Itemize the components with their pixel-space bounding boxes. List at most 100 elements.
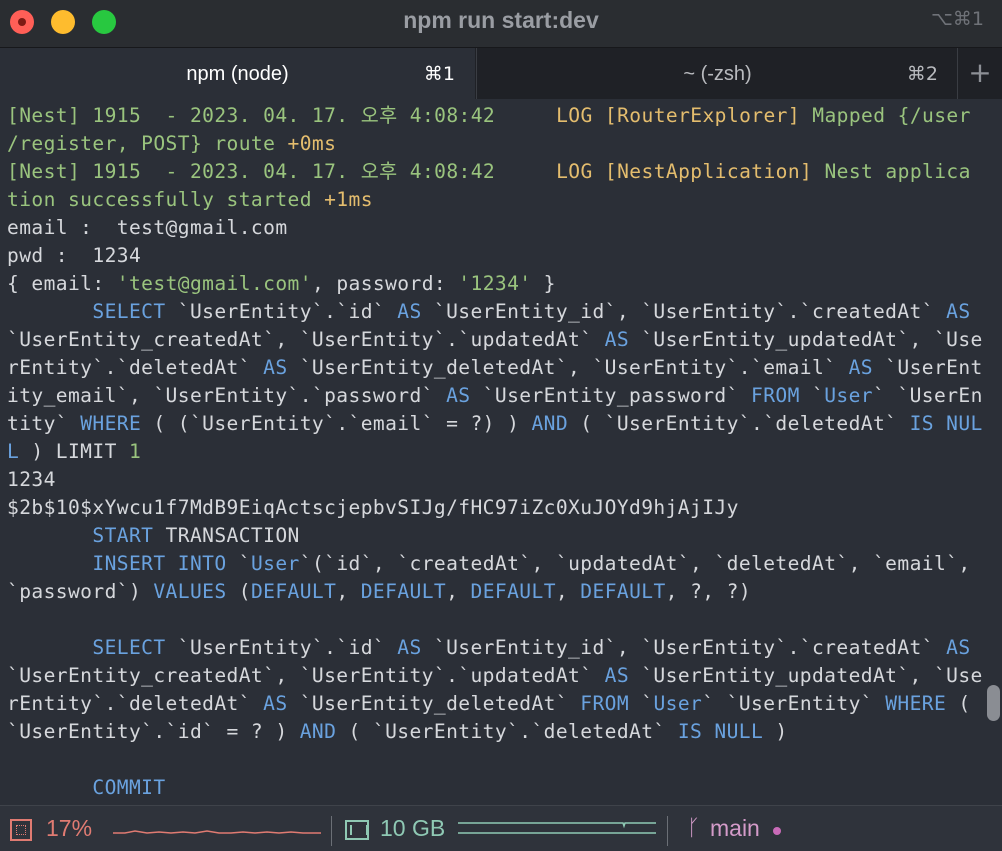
- terminal-text-segment: rEntity`.`deletedAt`: [7, 692, 264, 715]
- terminal-line: `UserEntity`.`id` = ? ) AND ( `UserEntit…: [7, 718, 983, 746]
- terminal-text-segment: pwd : 1234: [7, 244, 142, 267]
- terminal-text: [Nest] 1915 - 2023. 04. 17. 오후 4:08:42 L…: [7, 102, 983, 802]
- tab-npm-node[interactable]: npm (node) ⌘1: [0, 48, 475, 99]
- git-branch-icon: ᚴ: [687, 816, 701, 841]
- terminal-text-segment: 'test@gmail.com': [116, 272, 312, 295]
- terminal-text-segment: ( `UserEntity`.`deletedAt`: [568, 412, 910, 435]
- terminal-line: tion successfully started +1ms: [7, 186, 983, 214]
- terminal-line: SELECT `UserEntity`.`id` AS `UserEntity_…: [7, 634, 983, 662]
- window-shortcut-label: ⌥⌘1: [931, 8, 984, 30]
- terminal-text-segment: DEFAULT: [580, 580, 666, 603]
- terminal-text-segment: `UserEntity_updatedAt`, `Use: [629, 664, 983, 687]
- terminal-text-segment: ` `UserEntity`: [702, 692, 886, 715]
- terminal-line: pwd : 1234: [7, 242, 983, 270]
- terminal-text-segment: AS: [446, 384, 471, 407]
- terminal-text-segment: WHERE: [80, 412, 142, 435]
- terminal-text-segment: email : test@gmail.com: [7, 216, 288, 239]
- terminal-text-segment: SELECT: [92, 300, 166, 323]
- terminal-text-segment: AS: [946, 300, 971, 323]
- terminal-text-segment: `UserEntity_createdAt`, `UserEntity`.`up…: [7, 328, 605, 351]
- terminal-text-segment: `: [226, 552, 251, 575]
- terminal-text-segment: FROM: [751, 384, 800, 407]
- tab-zsh[interactable]: ~ (-zsh) ⌘2: [476, 48, 958, 99]
- status-separator: [331, 816, 332, 846]
- tab-shortcut: ⌘2: [906, 63, 938, 85]
- terminal-text-segment: AS: [946, 636, 971, 659]
- terminal-text-segment: `UserEntity_deletedAt`, `UserEntity`.`em…: [287, 356, 849, 379]
- terminal-text-segment: ,: [555, 580, 581, 603]
- terminal-text-segment: `: [799, 384, 825, 407]
- terminal-line: `UserEntity_createdAt`, `UserEntity`.`up…: [7, 326, 983, 354]
- terminal-text-segment: `UserEntity_createdAt`, `UserEntity`.`up…: [7, 664, 605, 687]
- terminal-text-segment: AS: [604, 328, 630, 351]
- cpu-icon: [10, 819, 32, 841]
- terminal-line: START TRANSACTION: [7, 522, 983, 550]
- terminal-text-segment: ,: [336, 580, 361, 603]
- terminal-text-segment: ( `UserEntity`.`deletedAt`: [336, 720, 678, 743]
- terminal-line: rEntity`.`deletedAt` AS `UserEntity_dele…: [7, 354, 983, 382]
- terminal-line: SELECT `UserEntity`.`id` AS `UserEntity_…: [7, 298, 983, 326]
- terminal-line: 1234: [7, 466, 983, 494]
- memory-usage-value: 10 GB: [380, 815, 446, 841]
- terminal-text-segment: , ?, ?): [665, 580, 752, 603]
- terminal-window: npm run start:dev ⌥⌘1 npm (node) ⌘1 ~ (-…: [0, 0, 1002, 851]
- tab-label: npm (node): [186, 63, 289, 85]
- terminal-text-segment: User: [250, 552, 300, 575]
- terminal-text-segment: +1ms: [324, 188, 373, 211]
- terminal-text-segment: SELECT: [92, 636, 166, 659]
- cpu-usage-value: 17%: [46, 815, 93, 841]
- terminal-text-segment: ity_email`, `UserEntity`.`password`: [7, 384, 447, 407]
- memory-sparkline: [458, 822, 656, 834]
- terminal-text-segment: `UserEntity_deletedAt`: [287, 692, 581, 715]
- terminal-output[interactable]: [Nest] 1915 - 2023. 04. 17. 오후 4:08:42 L…: [0, 99, 1002, 805]
- terminal-text-segment: tity`: [7, 412, 81, 435]
- terminal-text-segment: ,: [446, 580, 471, 603]
- terminal-text-segment: COMMIT: [92, 776, 166, 799]
- terminal-line: $2b$10$xYwcu1f7MdB9EiqActscjepbvSIJg/fHC…: [7, 494, 983, 522]
- terminal-text-segment: [RouterExplorer]: [604, 104, 813, 127]
- cpu-sparkline: [113, 830, 321, 834]
- terminal-text-segment: Mapped {/user: [812, 104, 971, 127]
- terminal-text-segment: AS: [604, 664, 630, 687]
- terminal-text-segment: `(`id`, `createdAt`, `updatedAt`, `delet…: [299, 552, 971, 575]
- terminal-line: [Nest] 1915 - 2023. 04. 17. 오후 4:08:42 L…: [7, 158, 983, 186]
- status-separator: [667, 816, 668, 846]
- terminal-text-segment: AND: [299, 720, 337, 743]
- git-branch-name: main: [710, 815, 760, 841]
- terminal-text-segment: IS NUL: [909, 412, 983, 435]
- terminal-line: ity_email`, `UserEntity`.`password` AS `…: [7, 382, 983, 410]
- terminal-text-segment: L: [7, 440, 20, 463]
- terminal-line: `UserEntity_createdAt`, `UserEntity`.`up…: [7, 662, 983, 690]
- terminal-text-segment: START: [92, 524, 154, 547]
- status-bar: 17% 10 GB ᚴ main: [0, 805, 1002, 851]
- terminal-text-segment: User: [653, 692, 703, 715]
- terminal-text-segment: INSERT INTO: [92, 552, 227, 575]
- memory-icon: [345, 820, 369, 840]
- terminal-line: email : test@gmail.com: [7, 214, 983, 242]
- terminal-text-segment: `UserEntity`.`id`: [165, 636, 398, 659]
- terminal-line: INSERT INTO `User`(`id`, `createdAt`, `u…: [7, 550, 983, 578]
- terminal-text-segment: Nest applica: [824, 160, 971, 183]
- window-title: npm run start:dev: [403, 7, 599, 33]
- terminal-text-segment: tion successfully started: [7, 188, 325, 211]
- new-tab-button[interactable]: +: [957, 48, 1002, 99]
- terminal-line: [Nest] 1915 - 2023. 04. 17. 오후 4:08:42 L…: [7, 102, 983, 130]
- terminal-line: `password`) VALUES (DEFAULT, DEFAULT, DE…: [7, 578, 983, 606]
- terminal-text-segment: `password`): [7, 580, 154, 603]
- terminal-line: tity` WHERE ( (`UserEntity`.`email` = ?)…: [7, 410, 983, 438]
- terminal-text-segment: `UserEntity_id`, `UserEntity`.`createdAt…: [421, 300, 947, 323]
- terminal-text-segment: +0ms: [287, 132, 337, 155]
- terminal-text-segment: /register, POST} route: [7, 132, 288, 155]
- terminal-text-segment: rEntity`.`deletedAt`: [7, 356, 264, 379]
- tab-label: ~ (-zsh): [683, 63, 752, 85]
- title-bar: npm run start:dev ⌥⌘1: [0, 0, 1002, 47]
- terminal-text-segment: DEFAULT: [470, 580, 556, 603]
- terminal-text-segment: IS NULL: [677, 720, 764, 743]
- scrollbar-thumb[interactable]: [987, 685, 1000, 721]
- terminal-line: { email: 'test@gmail.com', password: '12…: [7, 270, 983, 298]
- terminal-line: COMMIT: [7, 774, 983, 802]
- tab-shortcut: ⌘1: [423, 63, 455, 85]
